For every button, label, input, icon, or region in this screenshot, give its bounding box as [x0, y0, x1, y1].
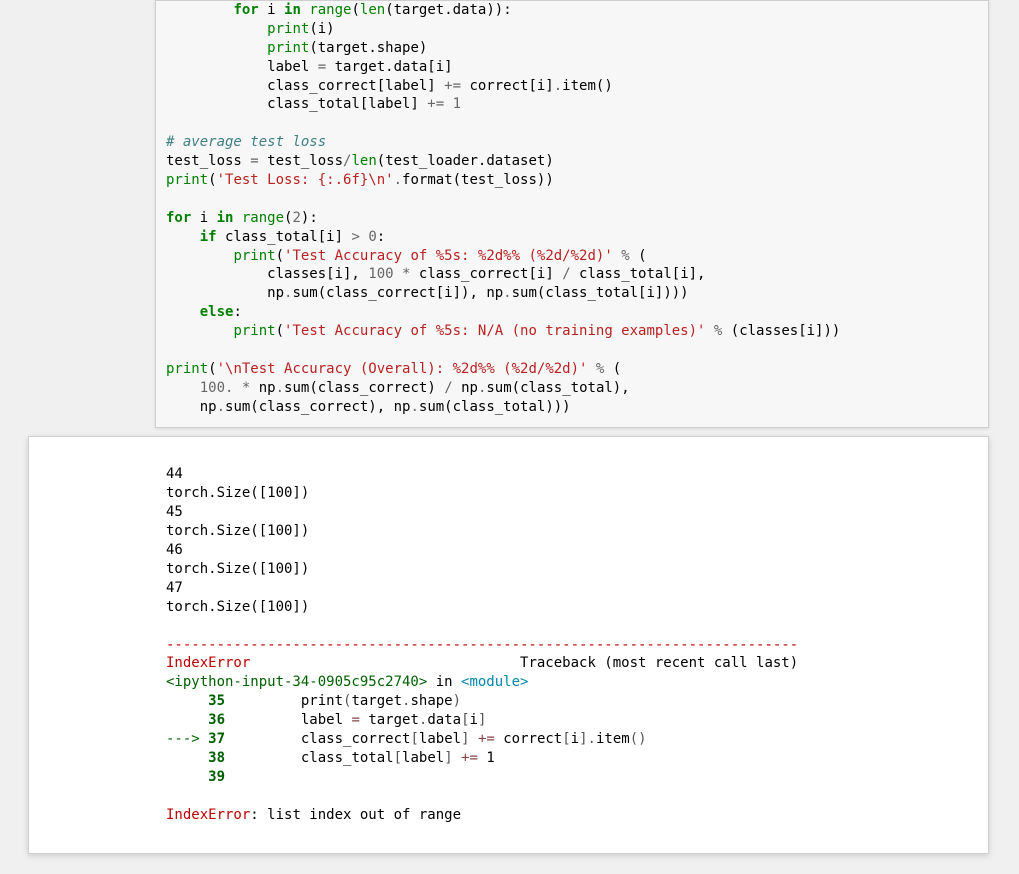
code-line: classes[i], 100 * class_correct[i] / cla… [166, 266, 705, 282]
output-line: 45 [166, 504, 183, 520]
output-line: 47 [166, 580, 183, 596]
notebook-container: for i in range(len(target.data)): print(… [0, 0, 1019, 874]
traceback-header: IndexError Traceback (most recent call l… [166, 655, 798, 671]
traceback-line: 39 [166, 769, 233, 785]
output-line: 44 [166, 466, 183, 482]
traceback-line: 38 class_total[label] += 1 [166, 750, 495, 766]
code-line: class_correct[label] += correct[i].item(… [166, 78, 613, 94]
code-cell-input[interactable]: for i in range(len(target.data)): print(… [155, 0, 989, 428]
code-line: # average test loss [166, 134, 326, 150]
traceback-line-current: ---> 37 class_correct[label] += correct[… [166, 731, 647, 747]
output-line: torch.Size([100]) [166, 599, 309, 615]
code-line: print('\nTest Accuracy (Overall): %2d%% … [166, 361, 621, 377]
output-line: torch.Size([100]) [166, 523, 309, 539]
code-line: test_loss = test_loss/len(test_loader.da… [166, 153, 554, 169]
code-cell-output: 44 torch.Size([100]) 45 torch.Size([100]… [28, 436, 989, 855]
code-line: if class_total[i] > 0: [166, 229, 385, 245]
code-line: np.sum(class_correct), np.sum(class_tota… [166, 399, 571, 415]
code-line: print('Test Accuracy of %5s: N/A (no tra… [166, 323, 840, 339]
code-line: print(i) [166, 21, 335, 37]
traceback-source: <ipython-input-34-0905c95c2740> in <modu… [166, 674, 528, 690]
error-summary: IndexError: list index out of range [166, 807, 461, 823]
code-line: else: [166, 304, 242, 320]
output-line: torch.Size([100]) [166, 561, 309, 577]
output-line: 46 [166, 542, 183, 558]
code-line: print('Test Loss: {:.6f}\n'.format(test_… [166, 172, 554, 188]
traceback-line: 35 print(target.shape) [166, 693, 461, 709]
code-line: label = target.data[i] [166, 59, 453, 75]
code-line: print('Test Accuracy of %5s: %2d%% (%2d/… [166, 248, 647, 264]
traceback-line: 36 label = target.data[i] [166, 712, 486, 728]
code-line: for i in range(len(target.data)): [166, 2, 512, 18]
code-line: class_total[label] += 1 [166, 96, 461, 112]
code-line: 100. * np.sum(class_correct) / np.sum(cl… [166, 380, 630, 396]
output-line: torch.Size([100]) [166, 485, 309, 501]
code-line: np.sum(class_correct[i]), np.sum(class_t… [166, 285, 689, 301]
code-line: print(target.shape) [166, 40, 427, 56]
traceback-divider: ----------------------------------------… [166, 637, 798, 653]
output-content: 44 torch.Size([100]) 45 torch.Size([100]… [166, 465, 978, 824]
code-line: for i in range(2): [166, 210, 318, 226]
